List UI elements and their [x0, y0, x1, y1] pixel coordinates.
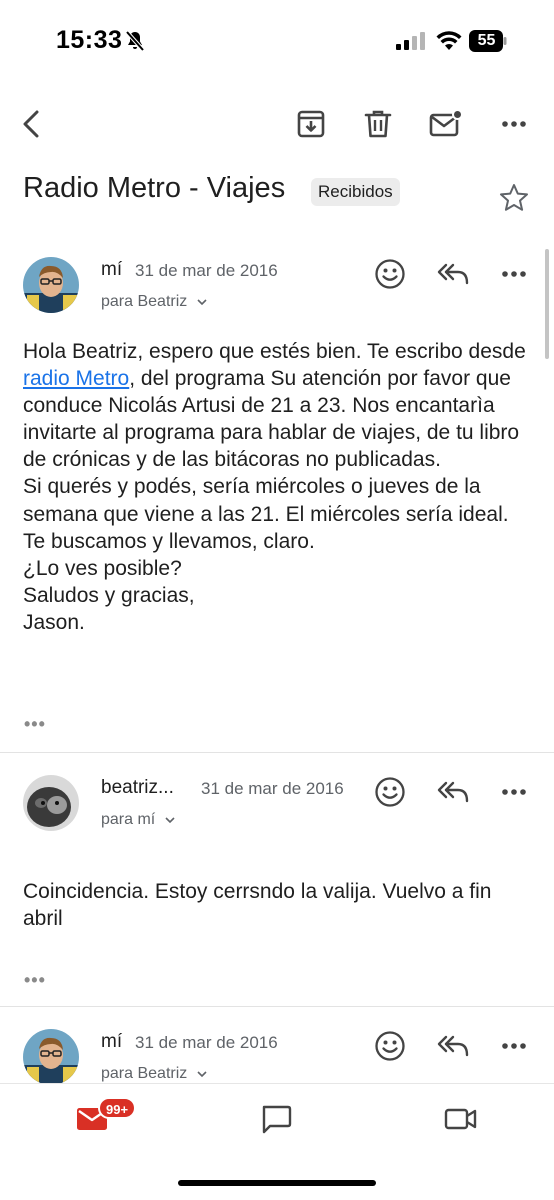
- message-more-button[interactable]: [494, 254, 534, 294]
- chat-icon: [262, 1105, 292, 1134]
- add-reaction-button[interactable]: [370, 254, 410, 294]
- bell-slash-icon: [125, 30, 145, 52]
- emoji-icon: [375, 777, 405, 807]
- back-arrow-icon: [23, 110, 39, 138]
- avatar-photo-icon: [23, 1029, 79, 1083]
- chevron-down-icon: [165, 817, 175, 824]
- nav-chat[interactable]: [256, 1102, 296, 1136]
- message-more-button[interactable]: [494, 1026, 534, 1066]
- avatar[interactable]: [23, 257, 79, 313]
- recipient-label: para Beatriz: [101, 1065, 188, 1082]
- body-paragraph: ¿Lo ves posible?: [23, 556, 182, 580]
- message-date: 31 de mar de 2016: [201, 779, 344, 798]
- more-vert-icon: [502, 121, 526, 127]
- show-trimmed-content-button[interactable]: •••: [24, 714, 46, 735]
- body-paragraph: Hola Beatriz, espero que estés bien. Te …: [23, 338, 533, 473]
- mark-unread-button[interactable]: [426, 104, 466, 144]
- body-paragraph: Te buscamos y llevamos, claro.: [23, 529, 315, 553]
- avatar[interactable]: [23, 775, 79, 831]
- back-button[interactable]: [12, 104, 52, 144]
- unread-count-badge: 99+: [98, 1097, 137, 1119]
- status-time: 15:33: [56, 26, 123, 54]
- archive-icon: [297, 110, 325, 138]
- body-paragraph: Jason.: [23, 610, 85, 634]
- sender-name: mí: [101, 259, 123, 280]
- home-indicator[interactable]: [178, 1180, 376, 1186]
- body-text-span: Hola Beatriz, espero que estés bien. Te …: [23, 340, 526, 363]
- message-date: 31 de mar de 2016: [135, 1033, 278, 1052]
- status-bar: 15:33 55: [0, 0, 554, 84]
- cellular-signal-icon: [396, 32, 425, 50]
- mark-unread-icon: [429, 109, 463, 137]
- reply-all-button[interactable]: [433, 772, 473, 812]
- nav-meet[interactable]: [441, 1102, 481, 1136]
- sender-name: beatriz...: [101, 777, 174, 798]
- battery-level: 55: [477, 32, 496, 49]
- message-divider: [0, 1006, 554, 1007]
- avatar-photo-icon: [23, 257, 79, 313]
- thread-subject: Radio Metro - Viajes: [23, 172, 286, 204]
- avatar-photo-icon: [23, 775, 79, 831]
- recipient-label: para mí: [101, 811, 156, 828]
- trash-icon: [364, 110, 392, 138]
- chevron-down-icon: [197, 1071, 207, 1078]
- message-body: Coincidencia. Estoy cerrsndo la valija. …: [23, 878, 533, 932]
- reply-all-button[interactable]: [433, 1026, 473, 1066]
- avatar[interactable]: [23, 1029, 79, 1083]
- reply-all-icon: [437, 1035, 469, 1057]
- emoji-icon: [375, 1031, 405, 1061]
- meet-video-icon: [444, 1108, 477, 1130]
- emoji-icon: [375, 259, 405, 289]
- archive-button[interactable]: [291, 104, 331, 144]
- message-3: mí 31 de mar de 2016 para Beatriz: [0, 1022, 554, 1083]
- chevron-down-icon: [197, 299, 207, 306]
- message-divider: [0, 752, 554, 753]
- radio-metro-link[interactable]: radio Metro: [23, 367, 129, 390]
- add-reaction-button[interactable]: [370, 1026, 410, 1066]
- more-horiz-icon: [502, 271, 526, 277]
- reply-all-button[interactable]: [433, 254, 473, 294]
- recipient-toggle[interactable]: para Beatriz: [101, 1065, 208, 1083]
- body-paragraph: Saludos y gracias,: [23, 583, 195, 607]
- more-horiz-icon: [502, 789, 526, 795]
- reply-all-icon: [437, 263, 469, 285]
- message-more-button[interactable]: [494, 772, 534, 812]
- thread-toolbar: [0, 96, 554, 152]
- delete-button[interactable]: [358, 104, 398, 144]
- message-body: Hola Beatriz, espero que estés bien. Te …: [23, 338, 533, 636]
- message-date: 31 de mar de 2016: [135, 261, 278, 280]
- more-options-button[interactable]: [494, 104, 534, 144]
- star-icon[interactable]: [498, 182, 530, 214]
- inbox-label-chip[interactable]: Recibidos: [311, 178, 400, 206]
- add-reaction-button[interactable]: [370, 772, 410, 812]
- wifi-icon: [436, 31, 462, 50]
- message-2: beatriz... 31 de mar de 2016 para mí Coi…: [0, 768, 554, 1004]
- recipient-toggle[interactable]: para mí: [101, 811, 176, 829]
- body-paragraph: Coincidencia. Estoy cerrsndo la valija. …: [23, 880, 492, 931]
- sender-name: mí: [101, 1031, 123, 1052]
- show-trimmed-content-button[interactable]: •••: [24, 970, 46, 991]
- more-horiz-icon: [502, 1043, 526, 1049]
- reply-all-icon: [437, 781, 469, 803]
- body-paragraph: Si querés y podés, sería miércoles o jue…: [23, 475, 509, 526]
- recipient-label: para Beatriz: [101, 293, 188, 310]
- recipient-toggle[interactable]: para Beatriz: [101, 293, 208, 311]
- message-1: mí 31 de mar de 2016 para Beatriz Hola B…: [0, 250, 554, 750]
